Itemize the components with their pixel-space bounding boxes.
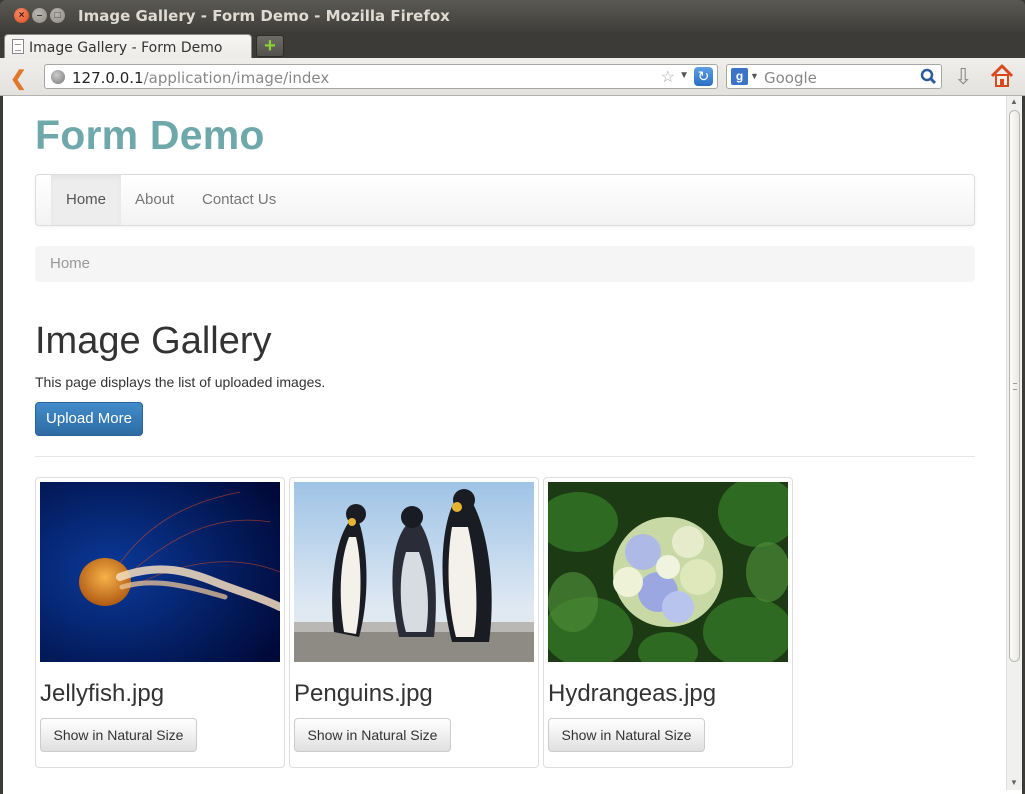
search-input[interactable]: Google [764,69,817,87]
globe-icon [51,70,65,84]
tab-strip: Image Gallery - Form Demo + [0,32,1025,59]
show-natural-size-button[interactable]: Show in Natural Size [548,718,705,752]
image-caption: Hydrangeas.jpg [548,680,717,707]
nav-item-contact-us[interactable]: Contact Us [187,175,291,225]
show-natural-size-button[interactable]: Show in Natural Size [40,718,197,752]
engine-dropdown-icon[interactable]: ▼ [750,71,759,81]
url-path: /application/image/index [143,69,330,87]
maximize-window-button[interactable]: □ [50,8,65,23]
vertical-scrollbar[interactable]: ▲ ▼ [1006,96,1022,790]
penguins-image [294,482,534,662]
upload-more-button[interactable]: Upload More [35,402,143,436]
gallery-thumbnail: Jellyfish.jpg Show in Natural Size [35,477,285,768]
window-titlebar: × – □ Image Gallery - Form Demo - Mozill… [0,0,1025,32]
minimize-window-button[interactable]: – [32,8,47,23]
url-host: 127.0.0.1 [72,69,144,87]
grip-icon [1013,383,1017,390]
new-tab-button[interactable]: + [256,35,284,57]
page-icon [12,39,24,54]
gallery-thumbnail: Penguins.jpg Show in Natural Size [289,477,539,768]
show-natural-size-button[interactable]: Show in Natural Size [294,718,451,752]
image-caption: Penguins.jpg [294,680,433,707]
browser-toolbar: ❮ 127.0.0.1/application/image/index ☆ ▼ … [0,58,1025,96]
home-icon[interactable] [989,63,1015,89]
search-icon[interactable] [920,68,937,85]
image-caption: Jellyfish.jpg [40,680,165,707]
breadcrumb: Home [35,246,975,282]
browser-tab[interactable]: Image Gallery - Form Demo [4,34,252,59]
url-bar[interactable]: 127.0.0.1/application/image/index ☆ ▼ ↻ [44,64,718,89]
scroll-down-arrow-icon[interactable]: ▼ [1010,778,1018,787]
history-dropdown-icon[interactable]: ▼ [679,70,689,81]
reload-icon[interactable]: ↻ [694,67,713,86]
page-title: Image Gallery [35,320,272,362]
nav-item-about[interactable]: About [120,175,189,225]
site-brand[interactable]: Form Demo [35,112,265,159]
google-engine-icon[interactable]: g [731,68,748,85]
divider [35,456,975,457]
scrollbar-thumb[interactable] [1009,110,1020,662]
back-arrow-icon[interactable]: ❮ [10,66,27,91]
download-arrow-icon[interactable]: ⇩ [954,64,976,89]
hydrangeas-image [548,482,788,662]
search-bar[interactable]: g ▼ Google [726,64,942,89]
page-viewport: Form Demo Home About Contact Us Home Ima… [0,96,1025,794]
page-description: This page displays the list of uploaded … [35,374,326,390]
url-text[interactable]: 127.0.0.1/application/image/index [72,69,329,87]
site-navbar: Home About Contact Us [35,174,975,226]
window-title: Image Gallery - Form Demo - Mozilla Fire… [78,7,450,25]
nav-item-home[interactable]: Home [51,175,122,225]
tab-label: Image Gallery - Form Demo [29,40,223,56]
bookmark-star-icon[interactable]: ☆ [661,67,675,87]
close-window-button[interactable]: × [14,8,29,23]
gallery-thumbnail: Hydrangeas.jpg Show in Natural Size [543,477,793,768]
jellyfish-image [40,482,280,662]
scroll-up-arrow-icon[interactable]: ▲ [1010,97,1018,106]
